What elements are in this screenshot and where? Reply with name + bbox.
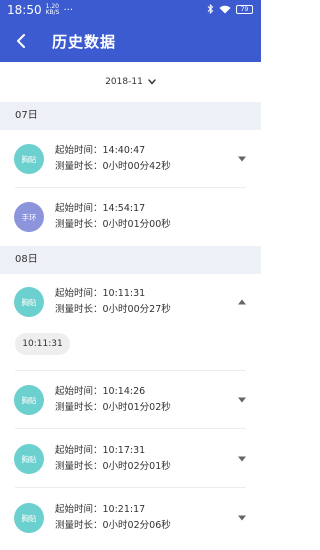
start-time-value: 10:21:17 <box>102 504 146 515</box>
start-time-value: 14:54:17 <box>102 203 146 214</box>
record-row[interactable]: 胸贴 起始时间：10:14:26 测量时长：0小时01分02秒 <box>0 371 261 429</box>
network-speed-unit: KB/S <box>45 9 60 16</box>
duration-value: 0小时02分06秒 <box>102 520 171 531</box>
start-time-value: 14:40:47 <box>102 145 146 156</box>
expand-arrow-icon[interactable] <box>237 514 247 522</box>
record-row[interactable]: 手环 起始时间：14:54:17 测量时长：0小时01分00秒 <box>0 188 261 246</box>
bluetooth-icon <box>207 4 214 14</box>
status-right: 79 <box>207 4 253 14</box>
record-info: 起始时间：10:11:31 测量时长：0小时00分27秒 <box>55 286 171 318</box>
start-time-label: 起始时间： <box>55 445 103 456</box>
wifi-icon <box>219 5 231 13</box>
record-info: 起始时间：10:17:31 测量时长：0小时02分01秒 <box>55 443 171 475</box>
duration-label: 测量时长： <box>55 520 103 531</box>
start-time-label: 起始时间： <box>55 386 103 397</box>
duration-value: 0小时00分27秒 <box>102 304 171 315</box>
device-badge: 手环 <box>14 202 44 232</box>
record-row[interactable]: 胸贴 起始时间：10:17:31 测量时长：0小时02分01秒 <box>0 430 261 488</box>
clock: 18:50 <box>7 3 42 17</box>
back-button[interactable] <box>11 28 31 54</box>
duration-value: 0小时00分42秒 <box>102 161 171 172</box>
device-badge: 胸贴 <box>14 385 44 415</box>
record-info: 起始时间：10:21:17 测量时长：0小时02分06秒 <box>55 502 171 534</box>
month-selector[interactable]: 2018-11 <box>0 62 261 102</box>
device-badge: 胸贴 <box>14 503 44 533</box>
day-header: 07日 <box>0 102 261 130</box>
duration-label: 测量时长： <box>55 219 103 230</box>
start-time-label: 起始时间： <box>55 504 103 515</box>
chevron-left-icon <box>17 34 25 48</box>
expand-arrow-icon[interactable] <box>237 396 247 404</box>
page-title: 历史数据 <box>52 33 117 51</box>
start-time-label: 起始时间： <box>55 288 103 299</box>
duration-value: 0小时01分00秒 <box>102 219 171 230</box>
start-time-value: 10:14:26 <box>102 386 146 397</box>
more-notifications-icon: ··· <box>63 4 74 16</box>
duration-label: 测量时长： <box>55 402 103 413</box>
title-bar: 历史数据 <box>0 22 261 62</box>
record-row[interactable]: 胸贴 起始时间：10:11:31 测量时长：0小时00分27秒 <box>0 273 261 331</box>
start-time-value: 10:11:31 <box>102 288 146 299</box>
app-header: 18:50 1.20 KB/S ··· 79 历史数据 <box>0 0 261 62</box>
start-time-label: 起始时间： <box>55 145 103 156</box>
day-header: 08日 <box>0 246 261 274</box>
time-chip[interactable]: 10:11:31 <box>15 333 70 355</box>
status-bar: 18:50 1.20 KB/S ··· 79 <box>0 0 261 21</box>
record-info: 起始时间：14:54:17 测量时长：0小时01分00秒 <box>55 201 171 233</box>
start-time-value: 10:17:31 <box>102 445 146 456</box>
start-time-label: 起始时间： <box>55 203 103 214</box>
expand-arrow-icon[interactable] <box>237 155 247 163</box>
record-row[interactable]: 胸贴 起始时间：14:40:47 测量时长：0小时00分42秒 <box>0 130 261 188</box>
status-left: 18:50 1.20 KB/S ··· <box>7 3 73 17</box>
chevron-down-icon <box>148 79 156 85</box>
duration-label: 测量时长： <box>55 161 103 172</box>
network-speed: 1.20 KB/S <box>46 4 60 16</box>
duration-value: 0小时01分02秒 <box>102 402 171 413</box>
expand-arrow-icon[interactable] <box>237 455 247 463</box>
record-info: 起始时间：14:40:47 测量时长：0小时00分42秒 <box>55 143 171 175</box>
month-value: 2018-11 <box>105 77 143 87</box>
divider <box>15 428 246 429</box>
battery-icon: 79 <box>236 4 253 14</box>
record-info: 起始时间：10:14:26 测量时长：0小时01分02秒 <box>55 384 171 416</box>
duration-label: 测量时长： <box>55 461 103 472</box>
duration-value: 0小时02分01秒 <box>102 461 171 472</box>
device-badge: 胸贴 <box>14 144 44 174</box>
record-row[interactable]: 胸贴 起始时间：10:21:17 测量时长：0小时02分06秒 <box>0 489 261 547</box>
device-badge: 胸贴 <box>14 287 44 317</box>
device-badge: 胸贴 <box>14 444 44 474</box>
divider <box>15 487 246 488</box>
collapse-arrow-icon[interactable] <box>237 298 247 306</box>
duration-label: 测量时长： <box>55 304 103 315</box>
